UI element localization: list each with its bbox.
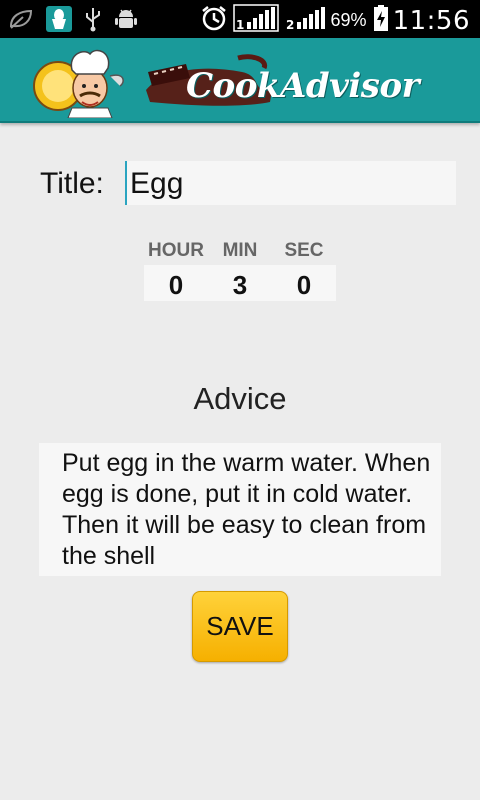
battery-percent: 69% bbox=[330, 10, 367, 30]
status-bar-right: 1 2 69% 11:56 bbox=[199, 3, 470, 38]
sim2-label: 2 bbox=[286, 18, 294, 32]
status-bar-left bbox=[8, 6, 138, 37]
battery-charging-icon bbox=[373, 4, 389, 37]
min-label: MIN bbox=[222, 240, 258, 261]
usb-icon bbox=[84, 6, 102, 37]
status-bar: 1 2 69% 11:56 bbox=[0, 0, 480, 38]
alarm-icon bbox=[199, 4, 229, 37]
android-debug-icon bbox=[114, 7, 138, 36]
app-title: CookAdvisor bbox=[186, 66, 420, 106]
signal-icon: 2 bbox=[283, 3, 327, 38]
chef-icon bbox=[28, 46, 128, 119]
title-input-value[interactable]: Egg bbox=[130, 167, 183, 201]
sec-label: SEC bbox=[284, 240, 324, 261]
sim1-label: 1 bbox=[236, 18, 244, 32]
clock: 11:56 bbox=[392, 5, 470, 36]
min-value[interactable]: 3 bbox=[208, 270, 272, 301]
hour-label: HOUR bbox=[148, 240, 204, 261]
hour-value[interactable]: 0 bbox=[144, 270, 208, 301]
advice-text[interactable]: Put egg in the warm water. When egg is d… bbox=[62, 448, 442, 572]
leaf-icon bbox=[8, 8, 34, 35]
title-label: Title: bbox=[40, 167, 104, 200]
app-header: CookAdvisor bbox=[0, 38, 480, 123]
egg-app-icon bbox=[46, 6, 72, 37]
save-button[interactable]: SAVE bbox=[192, 591, 288, 662]
sec-value[interactable]: 0 bbox=[272, 270, 336, 301]
advice-heading: Advice bbox=[193, 381, 287, 416]
signal-icon: 1 bbox=[232, 3, 279, 38]
